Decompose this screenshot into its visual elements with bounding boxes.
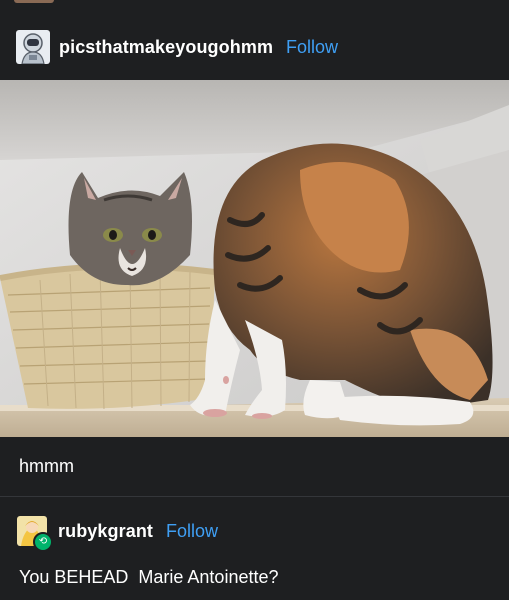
wicker-basket [0, 263, 216, 410]
reblog-header: ⟲ rubykgrant Follow [0, 512, 509, 552]
post-header: picsthatmakeyougohmm Follow [0, 24, 509, 70]
reblogger-avatar[interactable]: ⟲ [17, 516, 53, 552]
post-caption: hmmm [19, 456, 74, 476]
post-photo[interactable] [0, 80, 509, 437]
post-author-name[interactable]: picsthatmakeyougohmm [59, 37, 273, 58]
follow-reblogger-button[interactable]: Follow [166, 521, 218, 542]
reblog-text: You BEHEAD Marie Antoinette? [19, 567, 279, 587]
follow-button[interactable]: Follow [286, 37, 338, 58]
astronaut-avatar-icon [16, 30, 50, 64]
reblog-icon: ⟲ [33, 532, 53, 552]
reblog-divider [0, 496, 509, 497]
previous-post-edge [14, 0, 54, 3]
cats-photo-illustration [0, 80, 509, 437]
reblogger-name[interactable]: rubykgrant [58, 521, 153, 542]
author-avatar[interactable] [16, 30, 50, 64]
